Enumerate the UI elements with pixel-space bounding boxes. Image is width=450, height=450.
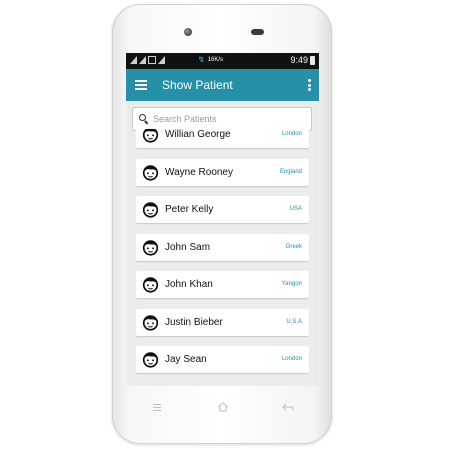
face-icon [142, 202, 159, 218]
network-speed: 16K/s [207, 57, 224, 63]
patient-name: John Khan [165, 279, 213, 290]
page-title: Show Patient [162, 78, 233, 92]
patient-name: Jay Sean [165, 354, 207, 365]
patient-name: Peter Kelly [165, 204, 214, 215]
front-camera [184, 28, 192, 36]
face-icon [142, 352, 159, 368]
status-icons-left [130, 56, 165, 64]
patient-list[interactable]: Willian George London Wayne Rooney England P… [136, 129, 309, 386]
earpiece-speaker [251, 29, 264, 35]
search-box[interactable] [132, 107, 312, 131]
signal-icon [130, 56, 137, 64]
face-icon [142, 315, 159, 331]
image-notification-icon [148, 56, 156, 64]
patient-location: U.S.A [286, 319, 302, 325]
wifi-icon [158, 56, 165, 64]
patient-card[interactable]: Justin Bieber U.S.A [136, 309, 309, 336]
menu-icon[interactable] [150, 400, 164, 414]
more-vert-icon[interactable] [308, 79, 311, 93]
status-right: 9:49 [290, 55, 315, 65]
patient-location: USA [289, 206, 302, 212]
patient-card[interactable]: John Khan Yangon [136, 271, 309, 298]
patient-location: Yangon [281, 281, 302, 287]
search-icon [139, 114, 146, 121]
patient-card[interactable]: Jay Sean London [136, 346, 309, 373]
battery-icon [310, 55, 315, 65]
patient-name: Justin Bieber [165, 317, 223, 328]
app-bar: Show Patient [126, 69, 319, 101]
clock: 9:49 [290, 55, 308, 65]
screen: ↯ 16K/s 9:49 Show Patient Willian George… [126, 53, 319, 386]
face-icon [142, 165, 159, 181]
patient-card[interactable]: John Sam Greek [136, 234, 309, 261]
patient-location: London [281, 356, 302, 362]
hamburger-icon[interactable] [135, 80, 147, 90]
patient-name: John Sam [165, 242, 211, 253]
patient-name: Wayne Rooney [165, 167, 233, 178]
usb-icon: ↯ [198, 55, 205, 64]
status-bar: ↯ 16K/s 9:49 [126, 53, 319, 69]
patient-location: Greek [285, 244, 302, 250]
patient-card[interactable]: Peter Kelly USA [136, 196, 309, 223]
patient-location: England [279, 169, 302, 175]
patient-card[interactable]: Willian George London [136, 129, 309, 148]
home-icon[interactable] [216, 400, 230, 414]
patient-location: London [281, 131, 302, 137]
status-center: ↯ 16K/s [198, 56, 223, 64]
signal-icon-2 [139, 56, 146, 64]
patient-card[interactable]: Wayne Rooney England [136, 159, 309, 186]
search-input[interactable] [153, 111, 303, 126]
face-icon [142, 277, 159, 293]
face-icon [142, 129, 159, 143]
patient-name: Willian George [165, 129, 231, 140]
back-icon[interactable] [281, 400, 295, 414]
face-icon [142, 240, 159, 256]
